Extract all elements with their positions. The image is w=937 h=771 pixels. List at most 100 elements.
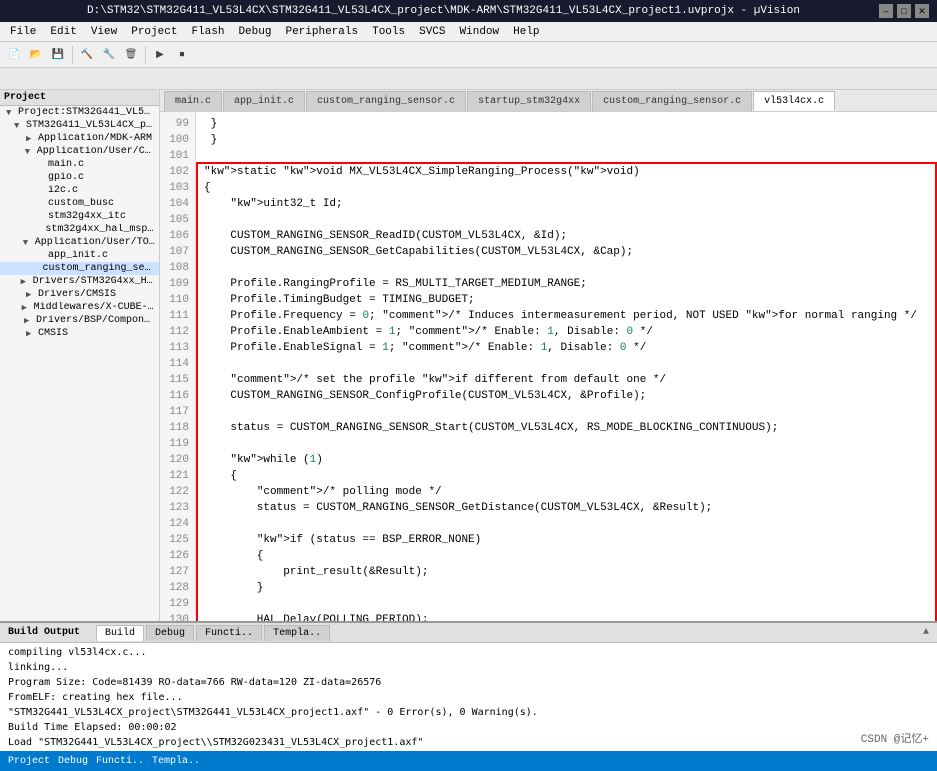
sidebar-tree-item[interactable]: ▶Middlewares/X-CUBE-TOF/Doc	[0, 301, 159, 314]
build-tab-3[interactable]: Templa..	[264, 625, 330, 641]
tree-arrow-icon: ▶	[26, 329, 36, 339]
build-tab-1[interactable]: Debug	[146, 625, 194, 641]
sidebar-tree-item[interactable]: main.c	[0, 158, 159, 171]
window-controls: – □ ✕	[879, 4, 929, 18]
editor-tab-2[interactable]: custom_ranging_sensor.c	[306, 91, 466, 111]
line-number: 120	[166, 452, 189, 468]
close-button[interactable]: ✕	[915, 4, 929, 18]
build-output-line: linking...	[8, 660, 929, 675]
sidebar-title: Project	[4, 92, 46, 103]
menu-item-debug[interactable]: Debug	[232, 24, 277, 40]
code-line: Profile.EnableAmbient = 1; "comment">/* …	[204, 324, 929, 340]
maximize-button[interactable]: □	[897, 4, 911, 18]
minimize-button[interactable]: –	[879, 4, 893, 18]
editor-tab-0[interactable]: main.c	[164, 91, 222, 111]
sidebar-tree-item[interactable]: ▼Project:STM32G441_VL53L4CX_project1	[0, 106, 159, 119]
line-number: 130	[166, 612, 189, 621]
toolbar-new[interactable]: 📄	[4, 45, 24, 65]
toolbar-open[interactable]: 📂	[26, 45, 46, 65]
code-line: "comment">/* set the profile "kw">if dif…	[204, 372, 929, 388]
sidebar-tree-item[interactable]: stm32g4xx_itc	[0, 210, 159, 223]
build-output-line: FromELF: creating hex file...	[8, 690, 929, 705]
code-line: "kw">if (status == BSP_ERROR_NONE)	[204, 532, 929, 548]
tree-item-label: STM32G411_VL53L4CX_project1	[26, 120, 155, 131]
line-number: 108	[166, 260, 189, 276]
line-number: 112	[166, 324, 189, 340]
toolbar-stop[interactable]: ⏹	[172, 45, 192, 65]
code-line: status = CUSTOM_RANGING_SENSOR_GetDistan…	[204, 500, 929, 516]
sidebar-tree-item[interactable]: ▶Drivers/CMSIS	[0, 288, 159, 301]
build-output-line: Build Time Elapsed: 00:00:02	[8, 720, 929, 735]
line-number: 127	[166, 564, 189, 580]
line-number: 124	[166, 516, 189, 532]
menu-item-flash[interactable]: Flash	[185, 24, 230, 40]
watermark: CSDN @记忆+	[861, 730, 929, 746]
tree-item-label: Application/User/Core	[37, 146, 155, 157]
build-tab-2[interactable]: Functi..	[196, 625, 262, 641]
menu-item-tools[interactable]: Tools	[366, 24, 411, 40]
menu-item-project[interactable]: Project	[125, 24, 183, 40]
line-number: 126	[166, 548, 189, 564]
editor-tab-5[interactable]: vl53l4cx.c	[753, 91, 835, 111]
code-line	[204, 148, 929, 164]
code-view[interactable]: 9910010110210310410510610710810911011111…	[160, 112, 937, 621]
code-line: Profile.RangingProfile = RS_MULTI_TARGET…	[204, 276, 929, 292]
code-line	[204, 596, 929, 612]
status-debug-tab[interactable]: Debug	[58, 756, 88, 767]
line-number: 104	[166, 196, 189, 212]
code-line: Profile.Frequency = 0; "comment">/* Indu…	[204, 308, 929, 324]
sidebar-tree-item[interactable]: ▼Application/User/Core	[0, 145, 159, 158]
code-line: }	[204, 132, 929, 148]
editor-tab-bar: main.capp_init.ccustom_ranging_sensor.cs…	[160, 90, 937, 112]
status-project-tab[interactable]: Project	[8, 756, 50, 767]
sidebar-tree-item[interactable]: ▶CMSIS	[0, 327, 159, 340]
editor-area: main.capp_init.ccustom_ranging_sensor.cs…	[160, 90, 937, 621]
code-lines: } } "kw">static "kw">void MX_VL53L4CX_Si…	[196, 112, 937, 621]
toolbar-rebuild[interactable]: 🔧	[99, 45, 119, 65]
editor-tab-3[interactable]: startup_stm32g4xx	[467, 91, 591, 111]
tree-arrow-icon: ▶	[21, 277, 31, 287]
sidebar-tree-item[interactable]: gpio.c	[0, 171, 159, 184]
toolbar: 📄 📂 💾 🔨 🔧 🗑 ▶ ⏹	[0, 42, 937, 68]
menu-bar: FileEditViewProjectFlashDebugPeripherals…	[0, 22, 937, 42]
toolbar-build[interactable]: 🔨	[77, 45, 97, 65]
sidebar-tree-item[interactable]: stm32g4xx_hal_msp...	[0, 223, 159, 236]
toolbar-save[interactable]: 💾	[48, 45, 68, 65]
status-functi-tab[interactable]: Functi..	[96, 756, 144, 767]
sidebar-tree-item[interactable]: app_init.c	[0, 249, 159, 262]
menu-item-help[interactable]: Help	[507, 24, 545, 40]
build-tab-0[interactable]: Build	[96, 625, 144, 641]
menu-item-peripherals[interactable]: Peripherals	[279, 24, 364, 40]
sidebar-tree-item[interactable]: ▼Application/User/TOF/App	[0, 236, 159, 249]
sidebar-tree-item[interactable]: ▶Drivers/BSP/Components	[0, 314, 159, 327]
sidebar-tree-item[interactable]: custom_ranging_sensor.c	[0, 262, 159, 275]
sidebar-tree-item[interactable]: i2c.c	[0, 184, 159, 197]
sidebar-tree-item[interactable]: ▼STM32G411_VL53L4CX_project1	[0, 119, 159, 132]
status-templa-tab[interactable]: Templa..	[152, 756, 200, 767]
sidebar-tree-item[interactable]: ▶Drivers/STM32G4xx_HAL_Driver	[0, 275, 159, 288]
menu-item-file[interactable]: File	[4, 24, 42, 40]
editor-tab-4[interactable]: custom_ranging_sensor.c	[592, 91, 752, 111]
code-line: print_result(&Result);	[204, 564, 929, 580]
editor-tab-1[interactable]: app_init.c	[223, 91, 305, 111]
line-numbers: 9910010110210310410510610710810911011111…	[160, 112, 196, 621]
toolbar-debug[interactable]: ▶	[150, 45, 170, 65]
line-number: 111	[166, 308, 189, 324]
line-number: 125	[166, 532, 189, 548]
menu-item-window[interactable]: Window	[454, 24, 506, 40]
menu-item-svcs[interactable]: SVCS	[413, 24, 451, 40]
tree-item-label: custom_busc	[48, 198, 114, 209]
sidebar-tree-item[interactable]: ▶Application/MDK-ARM	[0, 132, 159, 145]
sidebar-tree-item[interactable]: custom_busc	[0, 197, 159, 210]
code-line	[204, 260, 929, 276]
build-panel: Build Output BuildDebugFuncti..Templa.. …	[0, 621, 937, 751]
line-number: 113	[166, 340, 189, 356]
line-number: 117	[166, 404, 189, 420]
menu-item-view[interactable]: View	[85, 24, 123, 40]
line-number: 109	[166, 276, 189, 292]
code-line: HAL_Delay(POLLING_PERIOD);	[204, 612, 929, 621]
sidebar-tree[interactable]: ▼Project:STM32G441_VL53L4CX_project1▼STM…	[0, 106, 159, 621]
toolbar-clean[interactable]: 🗑	[121, 45, 141, 65]
line-number: 119	[166, 436, 189, 452]
menu-item-edit[interactable]: Edit	[44, 24, 82, 40]
